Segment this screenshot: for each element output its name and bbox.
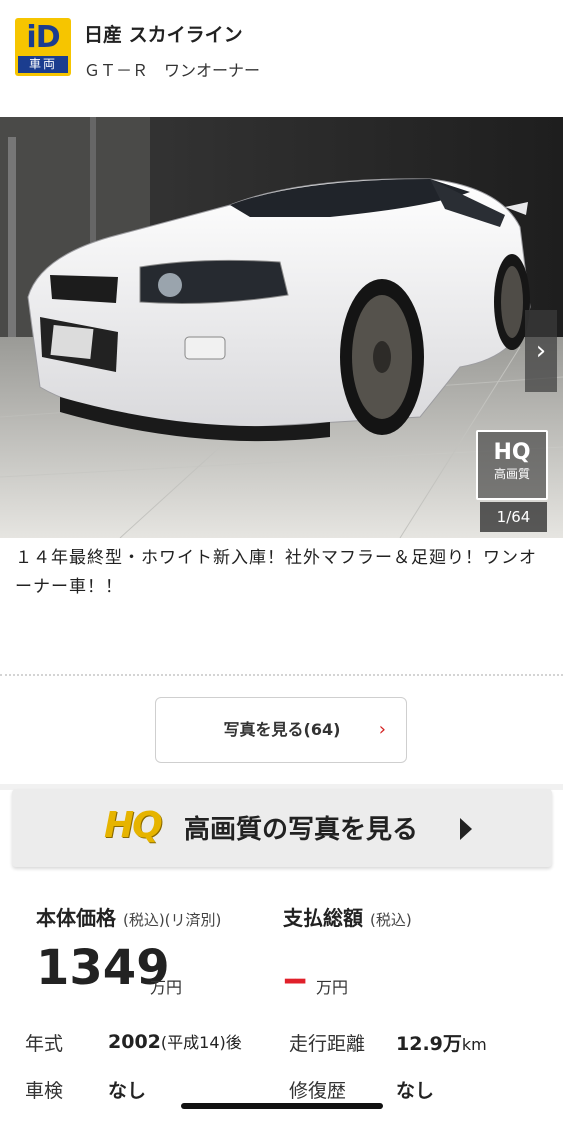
total-price-value: -- [283, 960, 307, 1000]
total-price-title: 支払総額 [283, 906, 363, 930]
hq-badge-mark: HQ [493, 440, 531, 465]
spec-inspection-label: 車検 [25, 1080, 64, 1102]
car-title: 日産 スカイライン [84, 24, 243, 46]
spec-year-value: 2002(平成14)後 [108, 1029, 242, 1053]
spec-repair-label: 修復歴 [289, 1080, 347, 1102]
hq-badge[interactable]: HQ 高画質 [476, 430, 548, 500]
base-price-label: 本体価格 (税込)(リ済別) [36, 902, 221, 931]
base-price-note: (税込)(リ済別) [122, 911, 222, 929]
total-price-label: 支払総額 (税込) [283, 902, 412, 931]
base-price-unit: 万円 [150, 978, 183, 997]
photo-counter: 1/64 [480, 502, 547, 532]
total-price-unit: 万円 [316, 978, 349, 997]
dotted-divider [0, 674, 563, 676]
id-sharyo-logo: iD 車両 [15, 18, 71, 76]
car-grade: ＧＴ－Ｒ ワンオーナー [84, 61, 261, 80]
spec-mileage-number: 12.9万 [396, 1033, 462, 1055]
hq-logo: HQ [104, 805, 163, 846]
chevron-right-icon: › [535, 336, 547, 366]
spec-year-number: 2002 [108, 1031, 161, 1053]
spec-mileage-label: 走行距離 [289, 1033, 366, 1055]
view-photos-button[interactable]: 写真を見る(64) › [155, 697, 407, 763]
logo-sub-text: 車両 [18, 56, 68, 73]
total-price-note: (税込) [369, 911, 412, 929]
spec-mileage-value: 12.9万km [396, 1029, 487, 1056]
chevron-right-icon: › [378, 719, 386, 740]
main-photo[interactable]: › HQ 高画質 1/64 [0, 117, 563, 538]
spec-year-note: (平成14)後 [160, 1033, 242, 1052]
view-photos-label: 写真を見る(64) [223, 720, 341, 739]
logo-id-text: iD [26, 20, 60, 55]
spec-mileage-unit: km [461, 1035, 487, 1054]
next-photo-button[interactable]: › [525, 310, 557, 392]
base-price-title: 本体価格 [36, 906, 116, 930]
catch-copy: １４年最終型・ホワイト新入庫！社外マフラー＆足廻り！ワンオーナー車！！ [15, 548, 537, 597]
play-arrow-icon [460, 818, 472, 840]
hq-photos-banner[interactable]: HQ 高画質の写真を見る [12, 789, 552, 867]
hq-banner-text: 高画質の写真を見る [184, 815, 419, 845]
hq-badge-sub: 高画質 [493, 467, 530, 481]
spec-repair-value: なし [396, 1080, 435, 1102]
spec-inspection-value: なし [108, 1080, 147, 1102]
home-indicator[interactable] [181, 1103, 383, 1109]
spec-year-label: 年式 [25, 1033, 64, 1055]
header: iD 車両 日産 スカイライン ＧＴ－Ｒ ワンオーナー [0, 0, 563, 112]
